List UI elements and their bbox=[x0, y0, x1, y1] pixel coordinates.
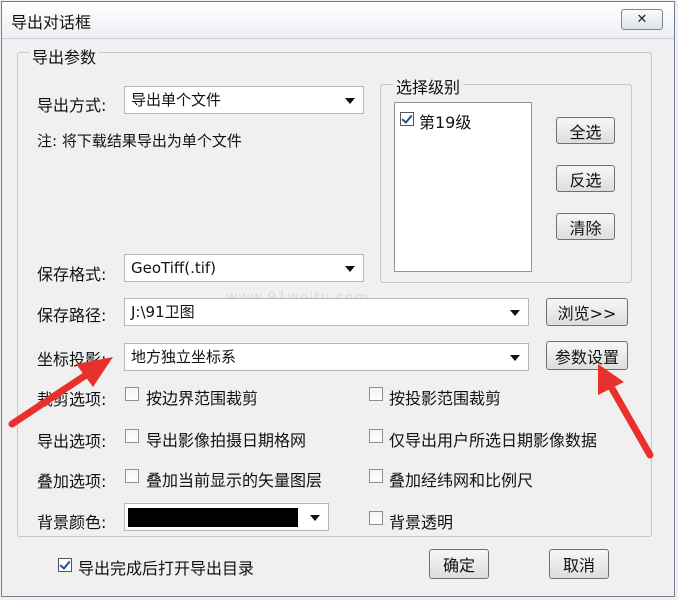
arrow-to-coord-label bbox=[8, 367, 96, 428]
arrow-to-params-button bbox=[606, 381, 654, 459]
annotation-arrow-group bbox=[8, 357, 654, 459]
arrow-head-coord-label bbox=[76, 357, 113, 387]
annotation-arrows bbox=[8, 357, 654, 459]
